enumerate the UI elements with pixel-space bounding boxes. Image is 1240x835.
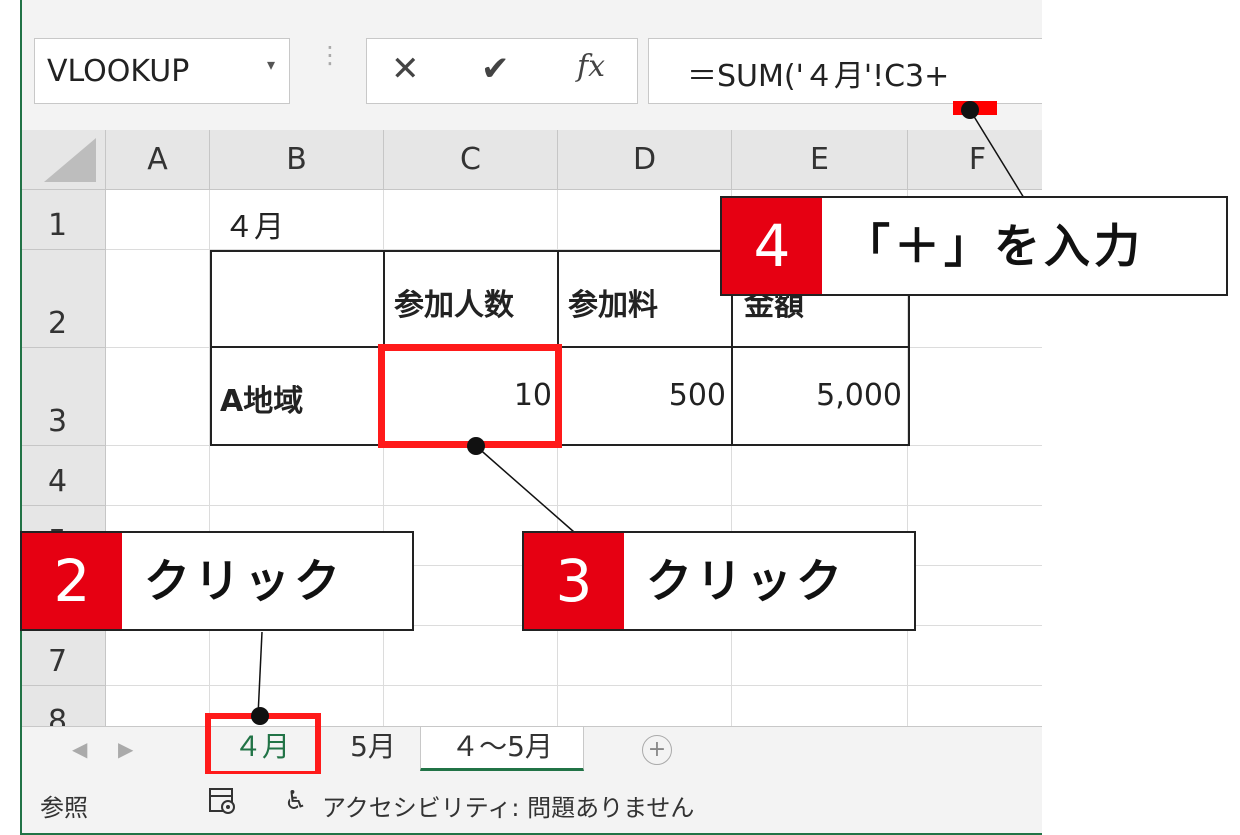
callout-step-4: 4 「＋」を入力	[720, 196, 1228, 296]
callout-label: クリック	[144, 554, 344, 608]
callout-number: 2	[22, 533, 122, 629]
callout-number: 3	[524, 533, 624, 629]
callout-label: クリック	[646, 554, 846, 608]
callout-label: 「＋」を入力	[844, 219, 1144, 273]
callout-leaders	[251, 101, 1025, 725]
callout-step-2: 2 クリック	[20, 531, 414, 631]
callout-number: 4	[722, 198, 822, 294]
screenshot: VLOOKUP ▾ ⋮ ✕ ✔ fx ＝SUM('４月'!C3+ A B C D…	[0, 0, 1240, 835]
callout-step-3: 3 クリック	[522, 531, 916, 631]
